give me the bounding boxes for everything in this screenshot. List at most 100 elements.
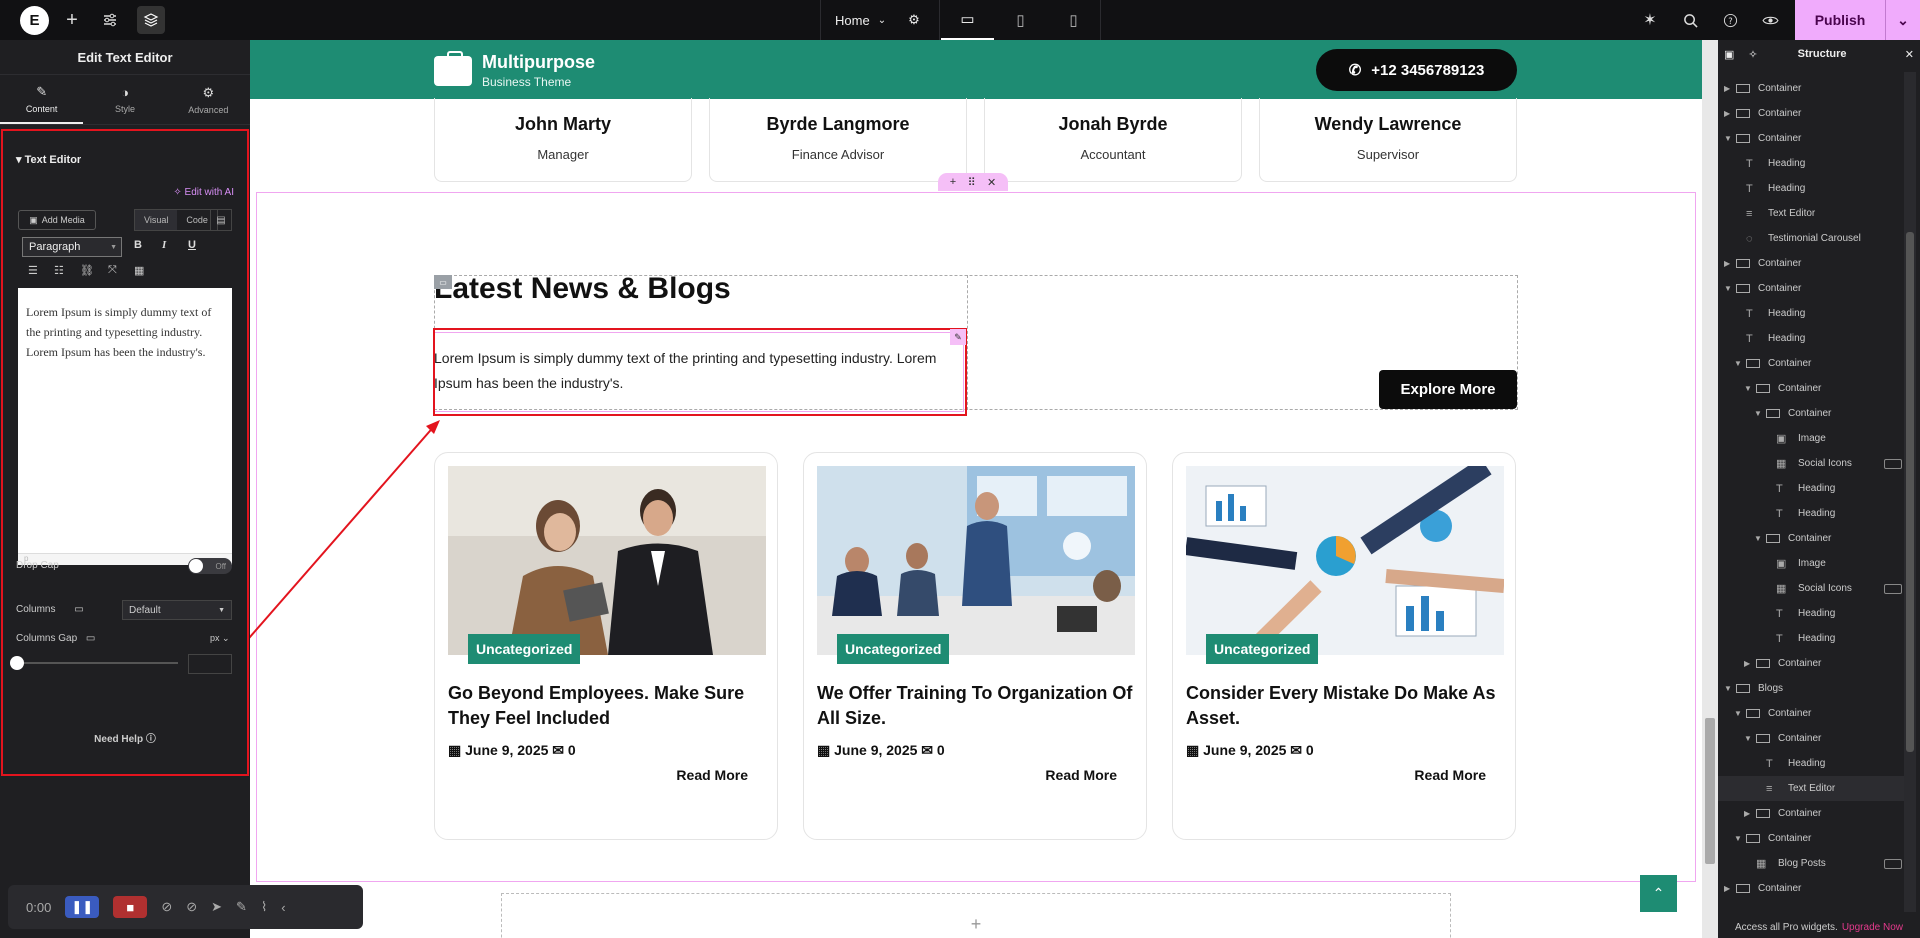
caret-down-icon[interactable]: ▼ <box>1734 359 1746 368</box>
structure-node[interactable]: ▶ Container <box>1718 651 1904 676</box>
camera-off-icon[interactable]: ⊘ <box>161 899 172 915</box>
structure-node[interactable]: T Heading <box>1718 751 1904 776</box>
add-element-icon[interactable]: + <box>62 9 82 31</box>
site-settings-icon[interactable] <box>100 10 120 30</box>
structure-node[interactable]: ▼ Container <box>1718 701 1904 726</box>
caret-right-icon[interactable]: ▶ <box>1724 84 1736 93</box>
scrollbar-thumb[interactable] <box>1906 232 1914 752</box>
structure-node[interactable]: ▼ Container <box>1718 401 1904 426</box>
link-icon[interactable]: ⛓ <box>80 264 94 277</box>
structure-node[interactable]: T Heading <box>1718 301 1904 326</box>
help-icon[interactable]: ? <box>1720 10 1740 30</box>
structure-scrollbar[interactable] <box>1904 72 1916 912</box>
caret-down-icon[interactable]: ▼ <box>1734 834 1746 843</box>
underline-button[interactable]: U <box>188 239 196 251</box>
caret-right-icon[interactable]: ▶ <box>1724 109 1736 118</box>
structure-node[interactable]: T Heading <box>1718 326 1904 351</box>
collapse-chevron-icon[interactable]: ‹ <box>281 900 285 915</box>
caret-down-icon[interactable]: ▼ <box>1754 409 1766 418</box>
structure-layers-icon[interactable] <box>137 6 165 34</box>
highlighter-icon[interactable]: ⌇ <box>261 899 267 915</box>
tab-content[interactable]: ✎ Content <box>0 75 84 124</box>
stop-button[interactable]: ■ <box>113 896 148 918</box>
pointer-icon[interactable]: ➤ <box>211 899 222 915</box>
fullscreen-icon[interactable]: ⤧ <box>108 264 117 277</box>
structure-node[interactable]: T Heading <box>1718 176 1904 201</box>
toolbar-more-icon[interactable]: ▦ <box>134 264 144 277</box>
columns-gap-input[interactable] <box>188 654 232 674</box>
page-settings-gear-icon[interactable]: ⚙ <box>908 12 920 28</box>
structure-node[interactable]: T Heading <box>1718 501 1904 526</box>
structure-node[interactable]: ▦ Blog Posts <box>1718 851 1904 876</box>
structure-node[interactable]: T Heading <box>1718 626 1904 651</box>
bold-button[interactable]: B <box>134 239 142 251</box>
structure-node[interactable]: ▼ Container <box>1718 351 1904 376</box>
text-editor-textarea[interactable]: Lorem Ipsum is simply dummy text of the … <box>18 288 232 553</box>
whats-new-icon[interactable]: ✶ <box>1640 10 1660 30</box>
need-help-link[interactable]: Need Help ⓘ <box>0 730 250 745</box>
structure-node[interactable]: ▼ Container <box>1718 526 1904 551</box>
structure-node[interactable]: ◌ Testimonial Carousel <box>1718 226 1904 251</box>
section-toggle-text-editor[interactable]: ▾ Text Editor <box>16 153 81 166</box>
structure-node[interactable]: ▼ Container <box>1718 826 1904 851</box>
numbered-list-icon[interactable]: ☷ <box>54 264 64 277</box>
columns-gap-slider[interactable] <box>10 656 178 670</box>
structure-node[interactable]: ▶ Container <box>1718 876 1904 901</box>
caret-down-icon[interactable]: ▼ <box>1724 684 1736 693</box>
caret-right-icon[interactable]: ▶ <box>1724 259 1736 268</box>
structure-node[interactable]: ▼ Container <box>1718 376 1904 401</box>
structure-node[interactable]: ▣ Image <box>1718 426 1904 451</box>
desktop-icon[interactable]: ▭ <box>941 0 994 40</box>
pen-icon[interactable]: ✎ <box>236 899 247 915</box>
structure-node[interactable]: ▦ Social Icons <box>1718 576 1904 601</box>
ai-icon[interactable]: ✧ <box>1748 48 1757 61</box>
publish-button[interactable]: Publish ⌄ <box>1795 0 1920 40</box>
caret-right-icon[interactable]: ▶ <box>1744 659 1756 668</box>
structure-node[interactable]: ▼ Container <box>1718 126 1904 151</box>
search-icon[interactable] <box>1680 10 1700 30</box>
paragraph-format-select[interactable]: Paragraph ▼ <box>22 237 122 257</box>
caret-right-icon[interactable]: ▶ <box>1744 809 1756 818</box>
caret-down-icon[interactable]: ▼ <box>1734 709 1746 718</box>
toolbar-toggle-icon[interactable]: ▤ <box>210 209 232 231</box>
preview-eye-icon[interactable] <box>1760 10 1780 30</box>
desktop-responsive-icon[interactable]: ▭ <box>86 633 95 644</box>
structure-node[interactable]: ▣ Image <box>1718 551 1904 576</box>
tab-style[interactable]: ◑ Style <box>83 75 166 124</box>
visual-tab[interactable]: Visual <box>135 210 178 230</box>
columns-select[interactable]: Default ▼ <box>122 600 232 620</box>
caret-down-icon[interactable]: ▼ <box>1744 734 1756 743</box>
caret-down-icon[interactable]: ▼ <box>1754 534 1766 543</box>
edit-with-ai-button[interactable]: ✧ Edit with AI <box>173 187 234 198</box>
mic-off-icon[interactable]: ⊘ <box>186 899 197 915</box>
canvas-scrollbar[interactable] <box>1702 40 1718 938</box>
structure-node[interactable]: T Heading <box>1718 476 1904 501</box>
structure-node[interactable]: T Heading <box>1718 151 1904 176</box>
slider-handle[interactable] <box>10 656 24 670</box>
add-media-button[interactable]: ▣ Add Media <box>18 210 96 230</box>
scrollbar-thumb[interactable] <box>1705 718 1715 864</box>
structure-node[interactable]: ▶ Container <box>1718 76 1904 101</box>
desktop-responsive-icon[interactable]: ▭ <box>74 604 83 615</box>
publish-options-chevron-icon[interactable]: ⌄ <box>1885 0 1920 40</box>
unit-select[interactable]: px ⌄ <box>210 633 230 644</box>
caret-down-icon[interactable]: ▼ <box>1724 134 1736 143</box>
structure-node[interactable]: ▦ Social Icons <box>1718 451 1904 476</box>
panel-toggle-icon[interactable]: ▣ <box>1724 48 1734 61</box>
pause-button[interactable]: ❚❚ <box>65 896 100 918</box>
italic-button[interactable]: I <box>162 239 166 251</box>
tab-advanced[interactable]: ⚙ Advanced <box>167 75 250 124</box>
upgrade-link[interactable]: Upgrade Now <box>1842 922 1903 933</box>
drop-cap-toggle[interactable]: Off <box>188 558 232 574</box>
caret-down-icon[interactable]: ▼ <box>1724 284 1736 293</box>
structure-node[interactable]: ≡ Text Editor <box>1718 201 1904 226</box>
structure-node[interactable]: ▶ Container <box>1718 251 1904 276</box>
close-icon[interactable]: ✕ <box>1905 48 1914 61</box>
structure-node[interactable]: ▼ Container <box>1718 276 1904 301</box>
structure-node[interactable]: T Heading <box>1718 601 1904 626</box>
page-selector[interactable]: Home ⌄ ⚙ <box>820 0 940 40</box>
structure-node[interactable]: ▼ Container <box>1718 726 1904 751</box>
caret-right-icon[interactable]: ▶ <box>1724 884 1736 893</box>
structure-node[interactable]: ≡ Text Editor <box>1718 776 1904 801</box>
bullet-list-icon[interactable]: ☰ <box>28 264 38 277</box>
